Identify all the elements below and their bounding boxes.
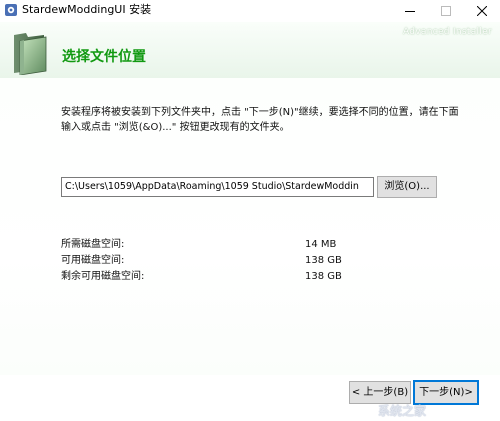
brand-label: Advanced Installer <box>402 27 492 37</box>
page-header: 选择文件位置 Advanced Installer <box>0 22 500 78</box>
maximize-icon <box>441 6 451 16</box>
remaining-space-value: 138 GB <box>305 271 342 282</box>
back-button[interactable]: < 上一步(B) <box>349 381 411 404</box>
window-title: StardewModdingUI 安装 <box>22 3 152 16</box>
green-folder-icon <box>14 33 47 75</box>
close-icon <box>477 6 487 16</box>
app-icon <box>5 4 17 16</box>
minimize-button[interactable] <box>392 0 428 22</box>
install-path-input[interactable] <box>61 177 374 197</box>
required-space-value: 14 MB <box>305 239 337 250</box>
close-button[interactable] <box>464 0 500 22</box>
watermark: 系统之家 <box>378 404 427 418</box>
available-space-label: 可用磁盘空间: <box>61 255 125 266</box>
minimize-icon <box>405 11 415 12</box>
instruction-text: 安装程序将被安装到下列文件夹中，点击 "下一步(N)"继续，要选择不同的位置，请… <box>61 107 459 133</box>
title-bar[interactable]: StardewModdingUI 安装 <box>0 0 500 22</box>
available-space-value: 138 GB <box>305 255 342 266</box>
browse-button[interactable]: 浏览(O)... <box>377 176 437 198</box>
page-title: 选择文件位置 <box>62 49 146 65</box>
remaining-space-label: 剩余可用磁盘空间: <box>61 271 145 282</box>
required-space-label: 所需磁盘空间: <box>61 239 125 250</box>
maximize-button[interactable] <box>428 0 464 22</box>
installer-window: StardewModdingUI 安装 选择文件位置 Advanced Inst… <box>0 0 500 421</box>
